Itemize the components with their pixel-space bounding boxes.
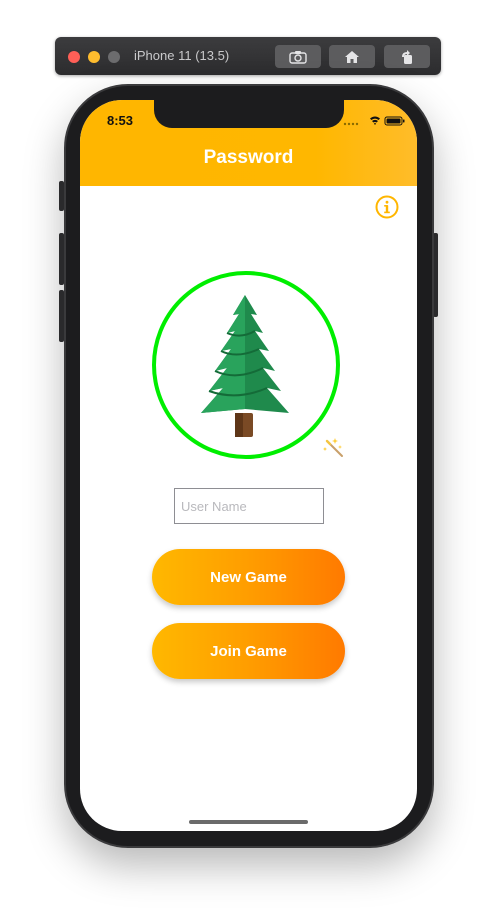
nav-title: Password [203,147,294,168]
zoom-window-button[interactable] [108,51,120,63]
info-icon [375,195,399,219]
simulator-title: iPhone 11 (13.5) [134,48,230,63]
signal-icon [343,122,359,126]
evergreen-tree-icon [201,295,289,437]
new-game-button[interactable]: New Game [152,549,345,605]
notch [154,100,344,128]
simulator-stage: iPhone 11 (13.5) Password 8:53 User Name… [0,0,497,921]
rotate-icon [402,49,412,64]
minimize-window-button[interactable] [88,51,100,63]
join-game-button[interactable]: Join Game [152,623,345,679]
info-button[interactable] [375,195,399,219]
magic-wand-icon [323,438,343,457]
rotate-button[interactable] [384,45,430,68]
status-icons [343,114,405,126]
magic-wand-button[interactable] [322,436,346,460]
username-input[interactable] [174,488,324,524]
home-indicator[interactable] [189,820,308,824]
home-button[interactable] [329,45,375,68]
screenshot-icon [289,50,307,64]
wifi-icon [370,116,380,125]
phone-screen: Password 8:53 User Name New Game Join Ga… [80,100,417,831]
simulator-titlebar: iPhone 11 (13.5) [55,37,441,75]
battery-icon [384,116,405,126]
status-time: 8:53 [107,113,134,128]
close-window-button[interactable] [68,51,80,63]
home-icon [345,50,359,63]
screenshot-button[interactable] [275,45,321,68]
